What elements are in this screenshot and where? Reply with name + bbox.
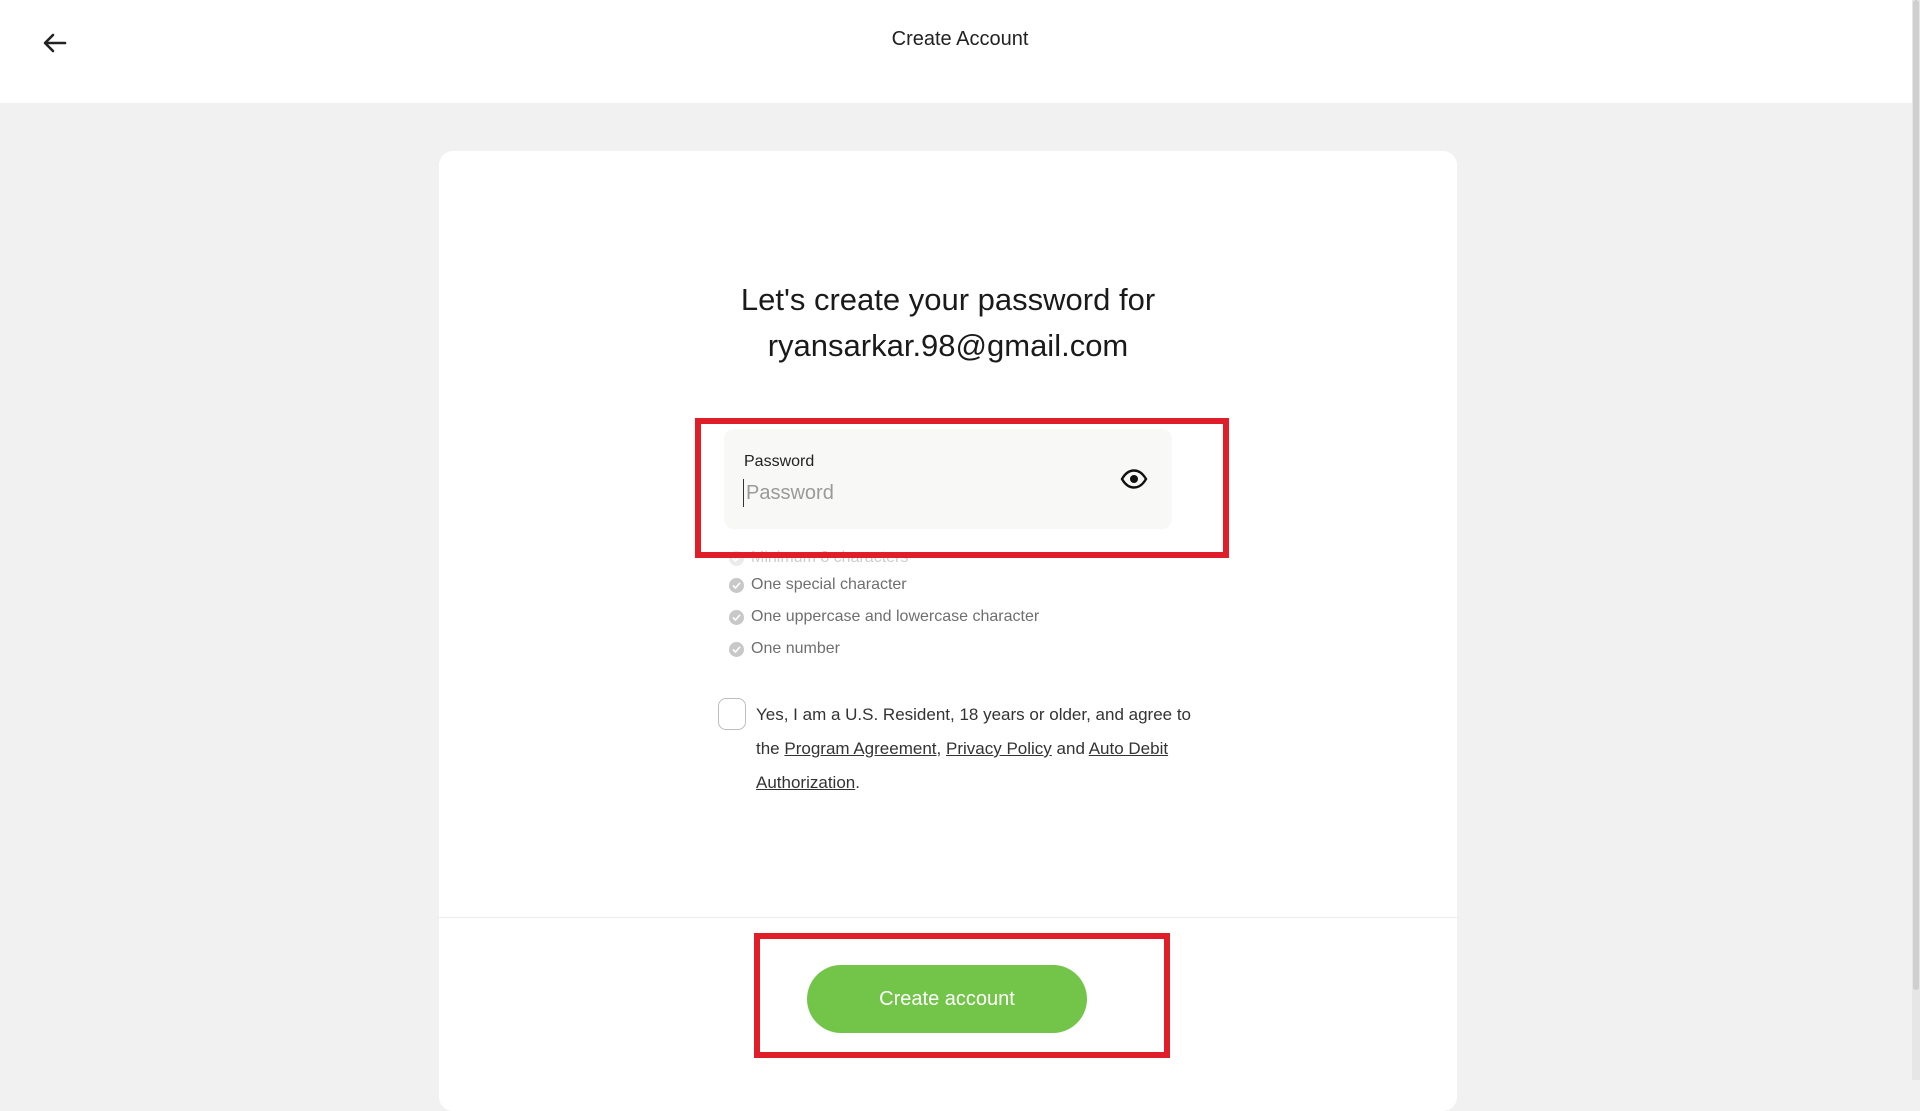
check-circle-icon — [729, 550, 744, 566]
page-title: Create Account — [891, 28, 1029, 50]
requirement-min-length: Minimum 8 characters — [729, 547, 1189, 569]
create-account-button[interactable]: Create account — [807, 965, 1087, 1033]
password-label: Password — [744, 453, 815, 470]
privacy-policy-link[interactable]: Privacy Policy — [946, 739, 1052, 758]
consent-comma: , — [936, 739, 942, 758]
card-divider — [439, 917, 1457, 918]
consent-checkbox[interactable] — [718, 698, 746, 730]
check-circle-icon — [729, 641, 744, 657]
requirement-special-char: One special character — [729, 569, 1189, 601]
program-agreement-link[interactable]: Program Agreement — [784, 739, 936, 758]
consent-and: and — [1056, 739, 1085, 758]
check-circle-icon — [729, 609, 744, 625]
requirement-text: One number — [751, 640, 840, 657]
headline-email: ryansarkar.98@gmail.com — [767, 328, 1129, 363]
check-circle-icon — [729, 577, 744, 593]
password-input[interactable] — [743, 479, 1106, 507]
toggle-password-visibility-button[interactable] — [1118, 463, 1150, 495]
consent-period: . — [855, 773, 860, 792]
create-password-card: Let's create your password for ryansarka… — [439, 151, 1457, 1111]
password-requirements: Minimum 8 characters One special charact… — [729, 547, 1189, 665]
page-scrollbar[interactable] — [1912, 0, 1920, 1080]
requirement-number: One number — [729, 633, 1189, 665]
headline: Let's create your password for ryansarka… — [439, 277, 1457, 369]
requirement-text: Minimum 8 characters — [751, 549, 909, 566]
eye-icon — [1120, 469, 1148, 489]
scrollbar-thumb[interactable] — [1913, 0, 1919, 990]
consent-text: Yes, I am a U.S. Resident, 18 years or o… — [756, 698, 1196, 800]
password-field[interactable]: Password — [724, 429, 1172, 529]
requirement-case: One uppercase and lowercase character — [729, 601, 1189, 633]
top-bar: Create Account — [0, 0, 1920, 103]
requirement-text: One uppercase and lowercase character — [751, 608, 1040, 625]
requirement-text: One special character — [751, 576, 907, 593]
headline-line-1: Let's create your password for — [740, 282, 1156, 317]
